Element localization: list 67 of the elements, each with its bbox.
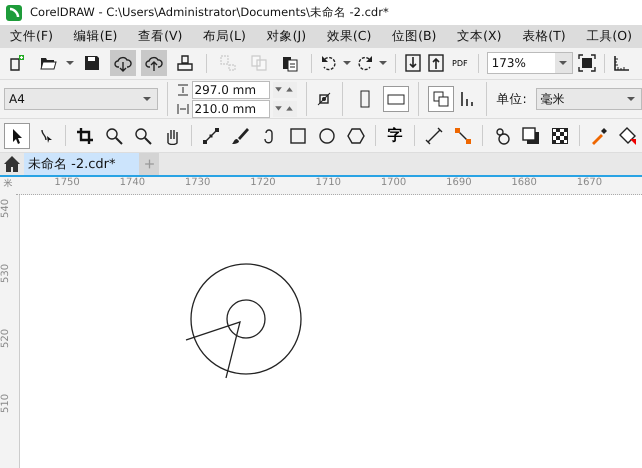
ruler-label: 1750 [54,177,81,190]
cloud-upload-icon [145,54,163,72]
ruler-label: 540 [0,198,12,220]
landscape-button[interactable] [383,86,410,112]
fit-page-icon[interactable] [578,54,596,72]
home-icon[interactable] [3,155,21,174]
ruler-label: 510 [0,394,12,416]
caret-icon [627,97,635,102]
zoom-dropdown[interactable]: 173% [486,52,573,74]
pick-tool-icon[interactable] [4,122,30,149]
small-circle [226,299,266,339]
ruler-label: 520 [0,328,12,350]
import-icon[interactable] [404,54,422,72]
menu-item[interactable]: 效果(C) [326,28,372,46]
page-height-field[interactable]: 210.0 mm [192,100,270,118]
new-document-icon [8,54,26,72]
save-icon [83,54,101,72]
menu-item[interactable]: 文本(X) [457,28,502,46]
ruler-icon[interactable] [612,54,631,72]
ruler-label: 1720 [250,177,277,190]
menu-item[interactable]: 布局(L) [203,28,246,46]
text-tool-button[interactable]: 字 [382,122,408,149]
menu-item[interactable]: 对象(J) [266,28,306,46]
ruler-label: 1690 [446,177,473,190]
ruler-label: 1740 [120,177,146,190]
ruler-label: 1710 [316,177,342,190]
caret-icon [142,97,151,102]
paste-icon [281,54,299,72]
document-tab[interactable]: 未命名 -2.cdr* [24,153,140,176]
menu-item[interactable]: 文件(F) [10,28,53,46]
menu-item[interactable]: 表格(T) [522,28,566,46]
width-icon [176,84,188,96]
all-pages-button[interactable] [428,86,454,112]
menu-item[interactable]: 位图(B) [392,28,436,46]
ruler-label: 1680 [511,177,538,190]
unit-dropdown[interactable]: 毫米 [536,88,642,110]
export-icon[interactable] [427,54,445,72]
caret-icon [559,61,568,66]
cloud-download-icon [114,54,132,72]
caret-icon[interactable] [379,61,387,66]
spin-buttons[interactable] [272,82,296,98]
pdf-export-button[interactable]: PDF [450,58,470,68]
menu-item[interactable]: 查看(V) [138,28,182,46]
ruler-label: 1700 [380,177,408,190]
app-logo-icon [6,4,22,21]
ruler-label: 1670 [576,177,604,190]
page-size-dropdown[interactable]: A4 [4,88,158,110]
undo-icon[interactable] [320,54,338,72]
height-icon [176,102,188,115]
window-title: CorelDRAW - C:\Users\Administrator\Documents\未命名 -2.cdr* [30,5,389,20]
cloud-download-button[interactable] [110,50,136,76]
ruler-unit: 米 [2,178,14,192]
menu-item[interactable]: 编辑(E) [74,28,118,46]
copy-icon [250,54,268,72]
spin-buttons[interactable] [272,100,296,117]
menu-item[interactable]: 工具(O) [586,28,632,46]
cloud-upload-button[interactable] [141,50,167,76]
page-width-field[interactable]: 297.0 mm [192,80,270,99]
print-icon [176,54,194,72]
overlapping-pages-icon [432,90,450,108]
ruler-label: 1730 [184,177,212,190]
caret-icon[interactable] [343,61,351,66]
caret-icon[interactable] [66,61,74,66]
unit-label: 单位: [496,90,527,108]
angle-lines [186,321,241,378]
ruler-label: 530 [0,264,12,286]
redo-icon[interactable] [356,54,374,72]
